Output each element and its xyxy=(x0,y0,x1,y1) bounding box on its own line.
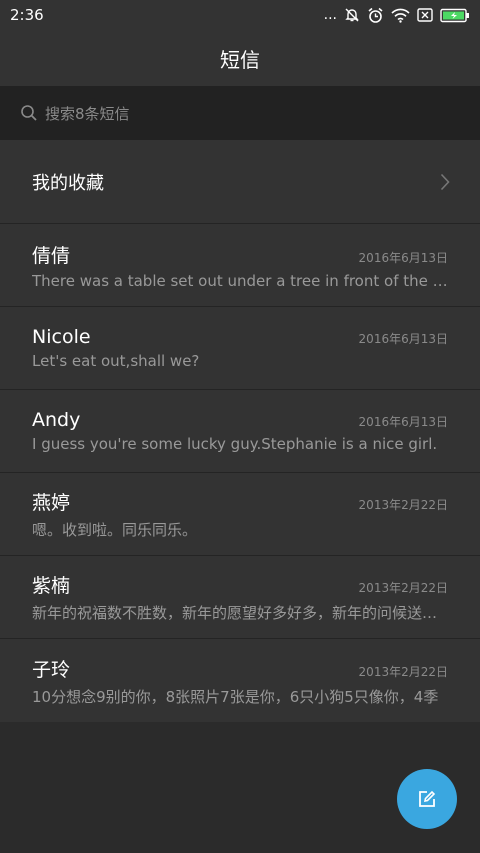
alarm-clock-icon xyxy=(368,7,383,23)
message-preview: I guess you're some lucky guy.Stephanie … xyxy=(32,435,438,453)
contact-name: 倩倩 xyxy=(32,244,71,267)
search-icon xyxy=(21,105,37,121)
status-bar: 2:36 ... xyxy=(0,0,480,30)
message-preview: There was a table set out under a tree i… xyxy=(32,271,448,290)
status-icons: ... xyxy=(324,7,470,24)
message-preview: 嗯。收到啦。同乐同乐。 xyxy=(32,521,198,539)
message-date: 2016年6月13日 xyxy=(358,332,448,346)
contact-name: Nicole xyxy=(32,326,91,348)
wifi-icon xyxy=(391,8,410,23)
conversation-row[interactable]: 紫楠 2013年2月22日 新年的祝福数不胜数，新年的愿望好多好多，新年的问候送… xyxy=(0,556,480,639)
status-time: 2:36 xyxy=(10,6,44,24)
favorites-label: 我的收藏 xyxy=(32,172,104,194)
mute-bell-icon xyxy=(345,8,359,22)
favorites-row[interactable]: 我的收藏 xyxy=(0,140,480,224)
message-date: 2016年6月13日 xyxy=(358,250,448,265)
title-bar: 短信 xyxy=(0,30,480,86)
compose-icon xyxy=(419,790,436,807)
message-date: 2016年6月13日 xyxy=(358,415,448,429)
conversation-row[interactable]: Nicole 2016年6月13日 Let's eat out,shall we… xyxy=(0,307,480,390)
no-sim-icon xyxy=(417,8,433,22)
contact-name: 燕婷 xyxy=(32,492,71,514)
contact-name: 子玲 xyxy=(32,658,71,681)
message-date: 2013年2月22日 xyxy=(358,581,448,595)
battery-charging-icon xyxy=(440,8,469,22)
conversation-row[interactable]: 倩倩 2016年6月13日 There was a table set out … xyxy=(0,224,480,307)
message-preview: 新年的祝福数不胜数，新年的愿望好多好多，新年的问候送给你 xyxy=(32,604,448,622)
message-preview: Let's eat out,shall we? xyxy=(32,352,200,370)
page-title: 短信 xyxy=(220,47,260,72)
message-date: 2013年2月22日 xyxy=(358,498,448,512)
status-dots: ... xyxy=(323,7,337,23)
search-input[interactable]: 搜索8条短信 xyxy=(0,86,480,140)
compose-button[interactable] xyxy=(397,769,457,829)
conversation-row[interactable]: 子玲 2013年2月22日 10分想念9别的你，8张照片7张是你，6只小狗5只像… xyxy=(0,639,480,722)
chevron-right-icon xyxy=(440,173,450,190)
conversation-list: 倩倩 2016年6月13日 There was a table set out … xyxy=(0,224,480,722)
contact-name: 紫楠 xyxy=(32,575,71,597)
search-placeholder: 搜索8条短信 xyxy=(45,104,130,123)
conversation-row[interactable]: 燕婷 2013年2月22日 嗯。收到啦。同乐同乐。 xyxy=(0,473,480,556)
message-preview: 10分想念9别的你，8张照片7张是你，6只小狗5只像你，4季 xyxy=(32,687,439,706)
contact-name: Andy xyxy=(32,409,81,431)
conversation-row[interactable]: Andy 2016年6月13日 I guess you're some luck… xyxy=(0,390,480,473)
message-date: 2013年2月22日 xyxy=(358,664,448,679)
